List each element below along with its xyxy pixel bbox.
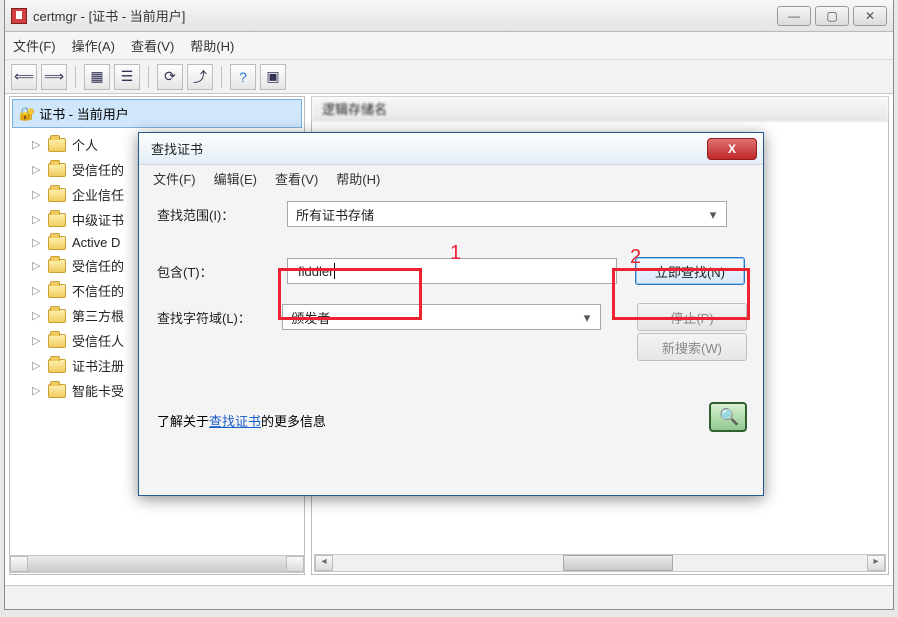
help-text-prefix: 了解关于 (157, 411, 209, 430)
scroll-left-button[interactable] (10, 556, 28, 572)
cert-root-icon: 🔐 (19, 106, 35, 122)
expand-icon[interactable]: ▷ (32, 163, 42, 176)
folder-icon (48, 236, 66, 250)
tree-node-label: 个人 (72, 135, 98, 154)
maximize-button[interactable]: ▢ (815, 6, 849, 26)
tile-button[interactable]: ▣ (260, 64, 286, 90)
menu-file[interactable]: 文件(F) (13, 36, 56, 55)
scope-value: 所有证书存储 (296, 205, 374, 224)
minimize-button[interactable]: — (777, 6, 811, 26)
dialog-menu-edit[interactable]: 编辑(E) (214, 169, 257, 188)
expand-icon[interactable]: ▷ (32, 334, 42, 347)
scope-combo[interactable]: 所有证书存储 ▾ (287, 201, 727, 227)
tree-horizontal-scrollbar[interactable] (9, 555, 305, 573)
folder-icon (48, 259, 66, 273)
expand-icon[interactable]: ▷ (32, 284, 42, 297)
tree-node-label: 中级证书 (72, 210, 124, 229)
folder-icon (48, 213, 66, 227)
folder-icon (48, 359, 66, 373)
expand-icon[interactable]: ▷ (32, 188, 42, 201)
main-menu-bar: 文件(F) 操作(A) 查看(V) 帮助(H) (5, 32, 893, 60)
tree-node-label: 受信任人 (72, 331, 124, 350)
tree-node-label: 企业信任 (72, 185, 124, 204)
contains-value: fiddler (298, 264, 333, 279)
tree-root-label: 证书 - 当前用户 (39, 104, 129, 123)
annotation-label-2: 2 (630, 246, 641, 269)
dialog-title-bar: 查找证书 X (139, 133, 763, 165)
tree-node-label: 受信任的 (72, 160, 124, 179)
help-button[interactable]: ? (230, 64, 256, 90)
tree-node-label: 智能卡受 (72, 381, 124, 400)
forward-button[interactable]: ⟹ (41, 64, 67, 90)
help-link-row: 了解关于 查找证书 的更多信息 (157, 411, 747, 430)
tree-node-label: 受信任的 (72, 256, 124, 275)
view-icons-button[interactable]: ▦ (84, 64, 110, 90)
expand-icon[interactable]: ▷ (32, 384, 42, 397)
field-combo[interactable]: 颁发者 ▾ (282, 304, 601, 330)
tree-node-label: Active D (72, 235, 120, 250)
folder-icon (48, 334, 66, 348)
field-value: 颁发者 (291, 308, 330, 327)
horizontal-scrollbar[interactable]: ◂ ▸ (314, 554, 886, 572)
help-link[interactable]: 查找证书 (209, 411, 261, 430)
dialog-title: 查找证书 (151, 139, 707, 158)
folder-icon (48, 384, 66, 398)
details-column-header[interactable]: 逻辑存储名 (312, 97, 888, 121)
expand-icon[interactable]: ▷ (32, 236, 42, 249)
title-bar: certmgr - [证书 - 当前用户] — ▢ ✕ (5, 0, 893, 32)
stop-button: 停止(P) (637, 303, 747, 331)
expand-icon[interactable]: ▷ (32, 309, 42, 322)
dialog-close-button[interactable]: X (707, 138, 757, 160)
tree-root[interactable]: 🔐 证书 - 当前用户 (12, 99, 302, 128)
window-title: certmgr - [证书 - 当前用户] (33, 6, 185, 25)
tree-node-label: 第三方根 (72, 306, 124, 325)
expand-icon[interactable]: ▷ (32, 213, 42, 226)
toolbar: ⟸ ⟹ ▦ ☰ ⟳ ⤴ ? ▣ (5, 60, 893, 94)
find-certificates-dialog: 查找证书 X 文件(F) 编辑(E) 查看(V) 帮助(H) 查找范围(I)： … (138, 132, 764, 496)
folder-icon (48, 188, 66, 202)
certmgr-icon (11, 8, 27, 24)
refresh-button[interactable]: ⟳ (157, 64, 183, 90)
new-search-button[interactable]: 新搜索(W) (637, 333, 747, 361)
scroll-track[interactable] (333, 555, 867, 571)
dialog-menu-view[interactable]: 查看(V) (275, 169, 318, 188)
expand-icon[interactable]: ▷ (32, 259, 42, 272)
status-bar (5, 585, 893, 609)
tree-node-label: 证书注册 (72, 356, 124, 375)
field-label: 查找字符域(L)： (157, 308, 282, 327)
folder-icon (48, 163, 66, 177)
toolbar-separator (221, 66, 222, 88)
dialog-menu-bar: 文件(F) 编辑(E) 查看(V) 帮助(H) (139, 165, 763, 191)
search-globe-icon (709, 402, 747, 432)
find-now-button[interactable]: 立即查找(N) (635, 257, 745, 285)
scope-label: 查找范围(I)： (157, 205, 287, 224)
menu-view[interactable]: 查看(V) (131, 36, 174, 55)
back-button[interactable]: ⟸ (11, 64, 37, 90)
scroll-thumb[interactable] (28, 556, 286, 572)
view-list-button[interactable]: ☰ (114, 64, 140, 90)
toolbar-separator (75, 66, 76, 88)
menu-action[interactable]: 操作(A) (72, 36, 115, 55)
export-button[interactable]: ⤴ (187, 64, 213, 90)
chevron-down-icon: ▾ (704, 206, 722, 224)
scroll-right-button[interactable]: ▸ (867, 555, 885, 571)
folder-icon (48, 309, 66, 323)
tree-node-label: 不信任的 (72, 281, 124, 300)
folder-icon (48, 138, 66, 152)
folder-icon (48, 284, 66, 298)
scroll-right-button[interactable] (286, 556, 304, 572)
toolbar-separator (148, 66, 149, 88)
scroll-left-button[interactable]: ◂ (315, 555, 333, 571)
help-text-suffix: 的更多信息 (261, 411, 326, 430)
chevron-down-icon: ▾ (578, 309, 596, 327)
annotation-label-1: 1 (450, 242, 461, 265)
expand-icon[interactable]: ▷ (32, 138, 42, 151)
expand-icon[interactable]: ▷ (32, 359, 42, 372)
contains-label: 包含(T)： (157, 262, 287, 281)
dialog-menu-help[interactable]: 帮助(H) (336, 169, 380, 188)
dialog-menu-file[interactable]: 文件(F) (153, 169, 196, 188)
close-button[interactable]: ✕ (853, 6, 887, 26)
scroll-thumb[interactable] (563, 555, 673, 571)
menu-help[interactable]: 帮助(H) (190, 36, 234, 55)
